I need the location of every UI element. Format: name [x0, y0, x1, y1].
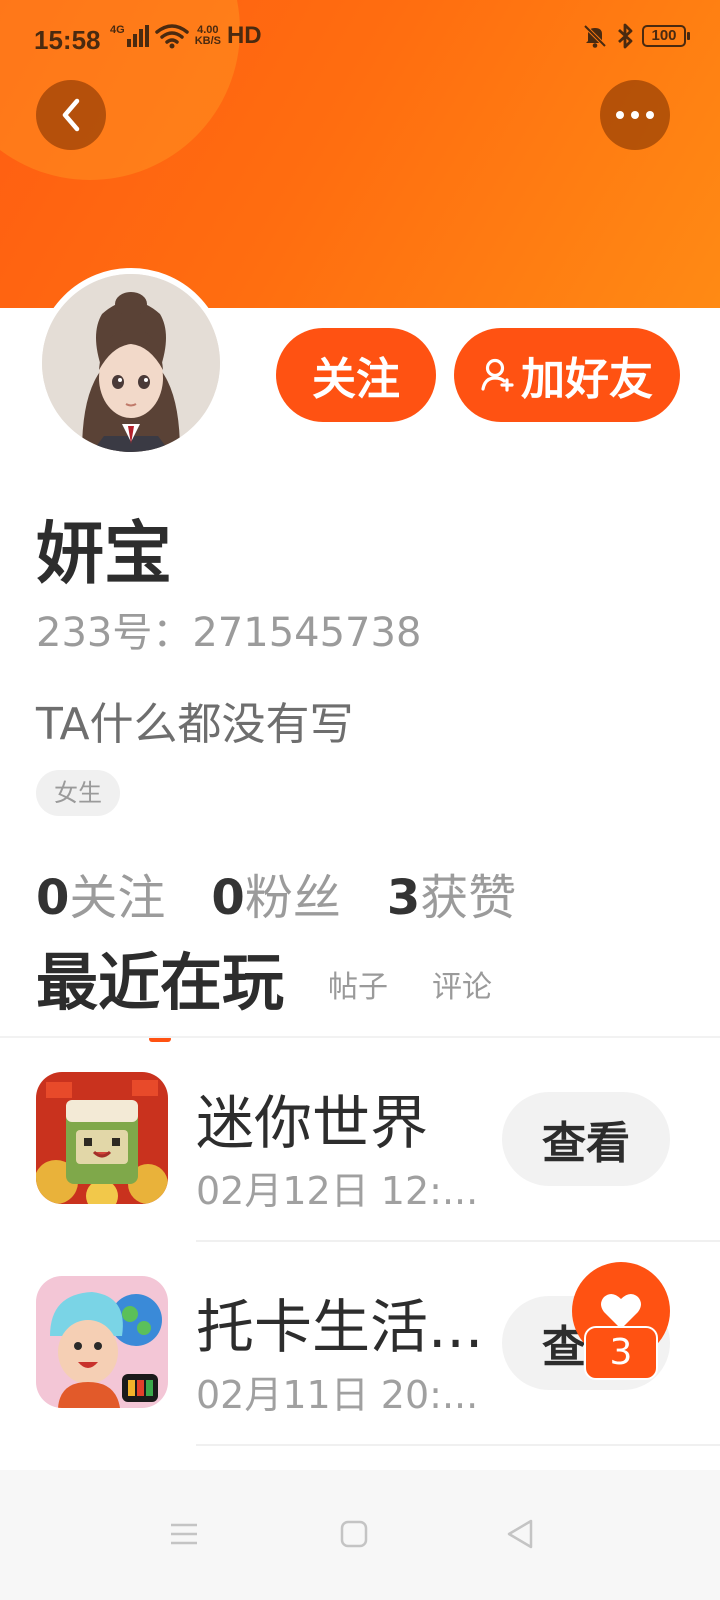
profile-tabs: 最近在玩 帖子 评论 [36, 946, 492, 1042]
network-speed: 4.00 KB/S [195, 25, 221, 47]
user-id: 233号：271545738 [36, 610, 422, 656]
bell-off-icon [583, 24, 607, 48]
cellular-signal-icon: 4G [110, 25, 149, 47]
more-options-button[interactable] [600, 80, 670, 150]
network-indicators: 4G 4.00 KB/S HD [110, 22, 262, 50]
followers-count: 0 [211, 870, 245, 926]
tab-posts[interactable]: 帖子 [328, 962, 388, 1036]
follow-button-label: 关注 [312, 354, 400, 405]
nav-home-button[interactable] [324, 1504, 384, 1564]
game-name: 迷你世界 [196, 1089, 429, 1157]
triangle-back-icon [507, 1519, 533, 1549]
avatar-illustration [42, 274, 220, 452]
row-divider [196, 1444, 720, 1446]
more-dots-icon [616, 111, 654, 119]
nav-back-button[interactable] [490, 1504, 550, 1564]
followers-stat[interactable]: 0 粉丝 [211, 858, 340, 928]
likes-count: 3 [386, 870, 421, 926]
followers-label: 粉丝 [244, 870, 341, 926]
add-user-icon [481, 358, 514, 392]
game-list-item[interactable]: 迷你世界 02月12日 12:... 查看 [0, 1038, 720, 1242]
game-name: 托卡生活... [196, 1293, 484, 1361]
likes-stat[interactable]: 3 获赞 [387, 858, 516, 928]
wifi-icon [154, 24, 189, 49]
likes-label: 获赞 [420, 870, 517, 926]
following-count: 0 [36, 870, 70, 926]
network-type: 4G [110, 24, 125, 36]
gender-tag: 女生 [36, 770, 120, 816]
toca-life-game-icon [36, 1276, 168, 1408]
tab-recently-played[interactable]: 最近在玩 [36, 932, 284, 1042]
status-bar: 15:58 4G 4.00 KB/S HD 100 [0, 0, 720, 80]
heart-icon [601, 1293, 641, 1329]
profile-stats: 0 关注 0 粉丝 3 获赞 [36, 858, 516, 928]
chevron-left-icon [62, 98, 80, 132]
following-label: 关注 [69, 870, 166, 926]
following-stat[interactable]: 0 关注 [36, 858, 165, 928]
bluetooth-icon [618, 23, 633, 49]
back-button[interactable] [36, 80, 106, 150]
game-last-played: 02月12日 12:... [196, 1169, 479, 1213]
hd-indicator: HD [226, 22, 262, 49]
game-last-played: 02月11日 20:... [196, 1373, 479, 1417]
like-count-badge: 3 [584, 1326, 658, 1380]
system-navigation-bar [0, 1470, 720, 1600]
view-game-button[interactable]: 查看 [502, 1092, 670, 1186]
follow-button[interactable]: 关注 [276, 328, 436, 422]
nav-menu-button[interactable] [154, 1504, 214, 1564]
battery-indicator: 100 [642, 25, 690, 47]
status-right-icons: 100 [582, 22, 690, 50]
tab-comments[interactable]: 评论 [432, 962, 492, 1036]
profile-nickname: 妍宝 [36, 515, 173, 594]
add-friend-button[interactable]: 加好友 [454, 328, 680, 422]
speed-unit: KB/S [194, 35, 221, 47]
add-friend-button-label: 加好友 [521, 354, 653, 405]
mini-world-game-icon [36, 1072, 168, 1204]
square-icon [340, 1520, 368, 1548]
profile-bio: TA什么都没有写 [36, 699, 354, 750]
avatar[interactable] [36, 268, 226, 458]
status-time: 15:58 [34, 25, 101, 55]
menu-icon [171, 1523, 197, 1545]
